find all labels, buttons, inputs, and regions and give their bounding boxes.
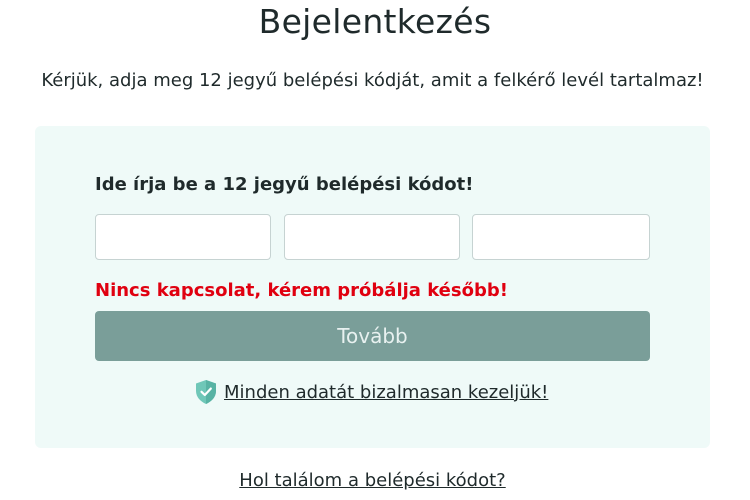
- shield-check-icon: [194, 379, 218, 405]
- find-code-help-link[interactable]: Hol találom a belépési kódot?: [239, 470, 505, 491]
- code-field-label: Ide írja be a 12 jegyű belépési kódot!: [95, 174, 474, 195]
- code-input-1[interactable]: [95, 214, 271, 260]
- privacy-link[interactable]: Minden adatát bizalmasan kezeljük!: [224, 382, 548, 403]
- page-subtitle: Kérjük, adja meg 12 jegyű belépési kódjá…: [41, 70, 704, 91]
- login-page: Bejelentkezés Kérjük, adja meg 12 jegyű …: [0, 0, 750, 500]
- next-button[interactable]: Tovább: [95, 311, 650, 361]
- page-title: Bejelentkezés: [258, 2, 492, 41]
- code-input-2[interactable]: [284, 214, 460, 260]
- privacy-notice: Minden adatát bizalmasan kezeljük!: [194, 379, 548, 405]
- help-link-row: Hol találom a belépési kódot?: [0, 470, 745, 491]
- connection-error-message: Nincs kapcsolat, kérem próbálja később!: [95, 280, 508, 301]
- code-input-3[interactable]: [472, 214, 650, 260]
- login-card: Ide írja be a 12 jegyű belépési kódot! N…: [35, 126, 710, 448]
